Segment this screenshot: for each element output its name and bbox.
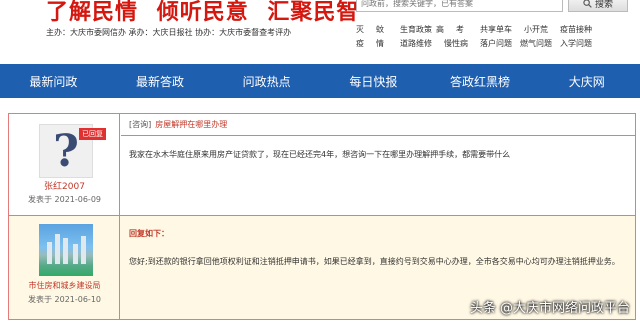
reply-body: 您好;到还款的银行拿回他项权利证和注销抵押申请书，如果已经拿到，直接约号到交易中… [129, 257, 620, 266]
post-date: 发表于 2021-06-09 [27, 195, 102, 204]
watermark: 头条 @大庆市网络问政平台 [469, 301, 630, 316]
main-nav: 最新问政 最新答政 问政热点 每日快报 答政红黑榜 大庆网 [0, 64, 640, 98]
status-badge: 已回复 [79, 128, 106, 140]
category-row: 灭蚊生育政策高考共享单车 小开荒 疫苗接种 [356, 23, 640, 37]
nav-red-black-list[interactable]: 答政红黑榜 [427, 64, 534, 98]
category-item[interactable]: 高 [436, 23, 456, 37]
category-item[interactable]: 蚊 [376, 23, 396, 37]
nav-daily-report[interactable]: 每日快报 [320, 64, 427, 98]
nav-latest-answers[interactable]: 最新答政 [107, 64, 214, 98]
category-row: 疫情道路维修 慢性病 落户问题 燃气问题 入学问题 [356, 37, 640, 51]
question-title: 房屋解押在哪里办理 [155, 120, 228, 129]
question-author-panel: ? 已回复 张红2007 发表于 2021-06-09 [9, 114, 120, 215]
site-header: 了解民情 倾听民意 汇聚民智 主办：大庆市委网信办 承办：大庆日报社 协办：大庆… [0, 0, 640, 64]
search-input[interactable] [356, 0, 563, 12]
organizer-line: 主办：大庆市委网信办 承办：大庆日报社 协办：大庆市委督查考评办 [46, 28, 292, 37]
category-item[interactable]: 灭 [356, 23, 376, 37]
search-button-label: 搜索 [594, 0, 613, 10]
reply-date: 发表于 2021-06-10 [27, 295, 102, 304]
category-item[interactable]: 慢性病 [436, 37, 476, 51]
agency-name[interactable]: 市住房和城乡建设局 [9, 280, 120, 291]
category-item[interactable]: 道路维修 [396, 37, 436, 51]
search-bar: 搜索 [356, 0, 640, 16]
category-item[interactable]: 落户问题 [476, 37, 516, 51]
slogan-part: 汇聚民智 [267, 0, 360, 25]
category-item[interactable]: 疫苗接种 [556, 23, 596, 37]
hot-categories: 灭蚊生育政策高考共享单车 小开荒 疫苗接种 疫情道路维修 慢性病 落户问题 燃气问题 入学问… [356, 23, 640, 51]
slogan-part: 了解民情 [46, 0, 139, 25]
category-item[interactable]: 情 [376, 37, 396, 51]
slogan-part: 倾听民意 [156, 0, 249, 25]
nav-hot-topics[interactable]: 问政热点 [213, 64, 320, 98]
category-item[interactable]: 小开荒 [516, 23, 556, 37]
category-item[interactable]: 共享单车 [476, 23, 516, 37]
question-tag: [咨询] [129, 120, 152, 129]
reply-heading: 回复如下： [129, 229, 169, 238]
agency-avatar[interactable] [39, 224, 93, 276]
category-item[interactable]: 燃气问题 [516, 37, 556, 51]
nav-latest-questions[interactable]: 最新问政 [0, 64, 107, 98]
search-icon [583, 0, 592, 8]
category-item[interactable]: 疫 [356, 37, 376, 51]
nav-daqing-net[interactable]: 大庆网 [533, 64, 640, 98]
question-body: 我家在水木华庭住原来用房产证贷款了，现在已经还完4年，想咨询一下在哪里办理解押手… [129, 150, 511, 159]
answer-author-panel: 市住房和城乡建设局 发表于 2021-06-10 [9, 216, 120, 319]
category-item[interactable]: 生育政策 [396, 23, 436, 37]
question-header: [咨询] 房屋解押在哪里办理 [121, 114, 635, 136]
category-item[interactable]: 入学问题 [556, 37, 596, 51]
search-button[interactable]: 搜索 [568, 0, 628, 12]
site-slogan: 了解民情 倾听民意 汇聚民智 [46, 0, 369, 26]
author-name[interactable]: 张红2007 [9, 179, 120, 192]
question-post: ? 已回复 张红2007 发表于 2021-06-09 [咨询] 房屋解押在哪里… [8, 113, 636, 216]
category-item[interactable]: 考 [456, 23, 476, 37]
